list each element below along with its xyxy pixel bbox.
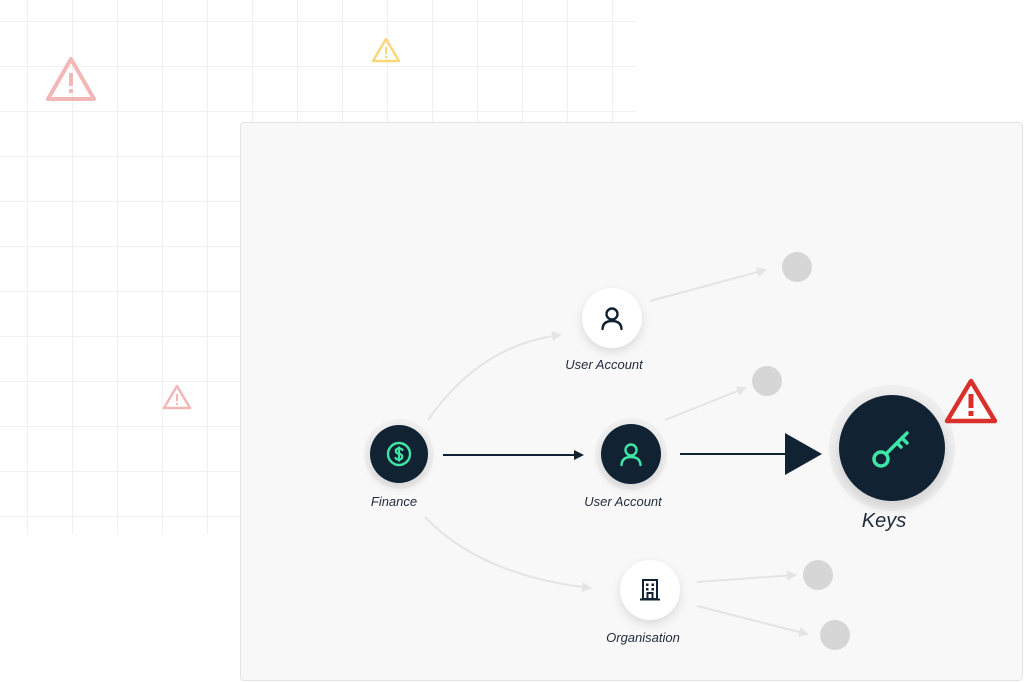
finance-label: Finance bbox=[370, 494, 418, 509]
user-account-node-mid[interactable] bbox=[601, 424, 661, 484]
ghost-node[interactable] bbox=[752, 366, 782, 396]
edge-finance-organisation bbox=[424, 516, 592, 593]
user-account-label-top: User Account bbox=[565, 357, 643, 372]
ghost-node[interactable] bbox=[820, 620, 850, 650]
edge-org-ghost-1 bbox=[696, 570, 797, 583]
keys-label: Keys bbox=[861, 510, 907, 532]
key-icon bbox=[872, 431, 909, 468]
organisation-label: Organisation bbox=[606, 630, 680, 645]
edge-arrowhead-keys bbox=[785, 433, 822, 475]
ghost-node[interactable] bbox=[803, 560, 833, 590]
edge-user-top-ghost bbox=[649, 267, 767, 302]
user-account-node-top[interactable] bbox=[582, 288, 642, 348]
graph-edges bbox=[424, 267, 822, 637]
warning-icon[interactable] bbox=[944, 377, 998, 425]
edge-org-ghost-2 bbox=[696, 605, 809, 637]
finance-node[interactable] bbox=[370, 425, 428, 483]
user-icon bbox=[620, 443, 642, 467]
organisation-node[interactable] bbox=[620, 560, 680, 620]
dollar-icon bbox=[386, 441, 412, 467]
user-icon bbox=[601, 307, 623, 331]
user-account-label-mid: User Account bbox=[584, 494, 662, 509]
ghost-node[interactable] bbox=[782, 252, 812, 282]
keys-node[interactable] bbox=[839, 395, 945, 501]
building-icon bbox=[640, 579, 660, 601]
edge-finance-user-top bbox=[427, 331, 562, 421]
edge-user-mid-ghost bbox=[664, 386, 747, 421]
